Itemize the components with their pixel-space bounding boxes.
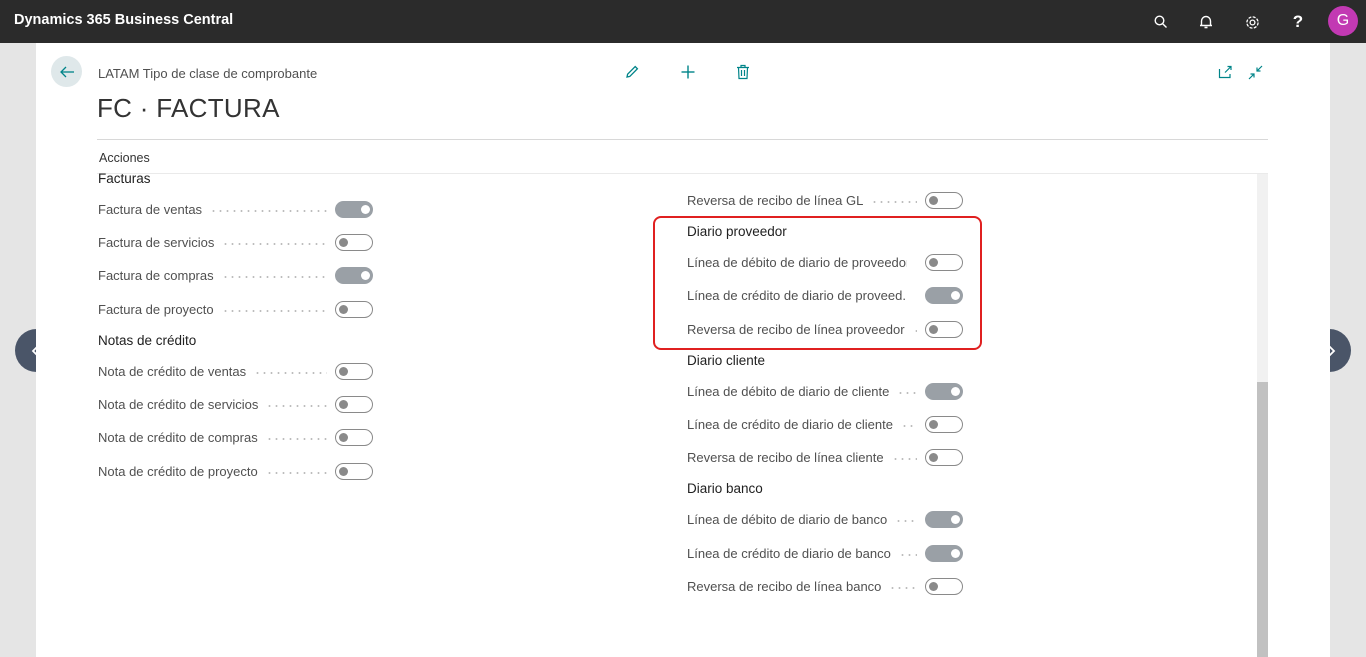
scrollbar-thumb[interactable] — [1257, 382, 1268, 657]
toggle-knob — [339, 433, 348, 442]
gear-icon[interactable] — [1241, 11, 1263, 33]
field-label: Línea de crédito de diario de banco — [687, 546, 891, 561]
app-title[interactable]: Dynamics 365 Business Central — [14, 12, 233, 28]
field-label: Nota de crédito de servicios — [98, 397, 259, 412]
avatar[interactable]: G — [1328, 6, 1358, 36]
section-title[interactable]: Facturas — [98, 171, 151, 186]
toggle-switch[interactable] — [335, 201, 373, 218]
toggle-knob — [951, 515, 960, 524]
dotted-leader — [210, 210, 327, 212]
dotted-leader — [897, 392, 917, 394]
toggle-switch[interactable] — [925, 449, 963, 466]
toggle-knob — [361, 271, 370, 280]
toggle-knob — [339, 400, 348, 409]
dotted-leader — [871, 201, 917, 203]
dotted-leader — [266, 405, 327, 407]
add-icon[interactable] — [678, 62, 698, 82]
section-title[interactable]: Notas de crédito — [98, 333, 196, 348]
toggle-switch[interactable] — [925, 383, 963, 400]
toggle-switch[interactable] — [335, 234, 373, 251]
dotted-leader — [222, 310, 327, 312]
toggle-knob — [951, 387, 960, 396]
toggle-knob — [951, 549, 960, 558]
toggle-switch[interactable] — [335, 301, 373, 318]
actions-divider — [97, 173, 1268, 174]
edit-icon[interactable] — [622, 62, 642, 82]
toggle-switch[interactable] — [925, 545, 963, 562]
toggle-switch[interactable] — [335, 463, 373, 480]
toggle-switch[interactable] — [335, 396, 373, 413]
dotted-leader — [222, 276, 327, 278]
dotted-leader — [892, 458, 917, 460]
field-label: Línea de débito de diario de cliente — [687, 384, 890, 399]
section-title[interactable]: Diario cliente — [687, 353, 765, 368]
field-label: Nota de crédito de compras — [98, 430, 258, 445]
arrow-left-icon — [59, 66, 74, 77]
page-title: FC · FACTURA — [97, 93, 280, 123]
top-bar: Dynamics 365 Business Central ? G — [0, 0, 1366, 43]
help-icon[interactable]: ? — [1287, 11, 1309, 33]
dotted-leader — [266, 472, 327, 474]
toggle-knob — [339, 367, 348, 376]
toggle-knob — [929, 196, 938, 205]
toggle-switch[interactable] — [925, 416, 963, 433]
toggle-knob — [339, 305, 348, 314]
field-label: Línea de crédito de diario de cliente — [687, 417, 893, 432]
header-divider — [97, 139, 1268, 140]
toggle-switch[interactable] — [925, 578, 963, 595]
toggle-knob — [929, 420, 938, 429]
toggle-knob — [339, 467, 348, 476]
toggle-knob — [339, 238, 348, 247]
dotted-leader — [899, 554, 917, 556]
dotted-leader — [895, 520, 917, 522]
back-button[interactable] — [51, 56, 82, 87]
bell-icon[interactable] — [1195, 11, 1217, 33]
field-label: Línea de débito de diario de banco — [687, 512, 888, 527]
dotted-leader — [222, 243, 327, 245]
field-label: Factura de ventas — [98, 202, 203, 217]
field-label: Nota de crédito de ventas — [98, 364, 247, 379]
field-label: Reversa de recibo de línea cliente — [687, 450, 884, 465]
toggle-knob — [361, 205, 370, 214]
delete-icon[interactable] — [733, 62, 753, 82]
dotted-leader — [266, 438, 327, 440]
toggle-knob — [929, 453, 938, 462]
highlight-box — [653, 216, 982, 350]
dotted-leader — [254, 372, 327, 374]
open-in-new-window-icon[interactable] — [1215, 62, 1235, 82]
field-label: Reversa de recibo de línea banco — [687, 579, 882, 594]
search-icon[interactable] — [1150, 11, 1172, 33]
dotted-leader — [901, 425, 917, 427]
toggle-knob — [929, 582, 938, 591]
breadcrumb: LATAM Tipo de clase de comprobante — [98, 66, 318, 81]
actions-menu[interactable]: Acciones — [99, 151, 150, 165]
field-label: Factura de servicios — [98, 235, 215, 250]
toggle-switch[interactable] — [335, 363, 373, 380]
field-label: Factura de compras — [98, 268, 214, 283]
collapse-icon[interactable] — [1245, 62, 1265, 82]
toggle-switch[interactable] — [335, 267, 373, 284]
field-label: Nota de crédito de proyecto — [98, 464, 258, 479]
toggle-switch[interactable] — [925, 511, 963, 528]
dotted-leader — [889, 587, 917, 589]
page-panel — [36, 43, 1330, 657]
section-title[interactable]: Diario banco — [687, 481, 763, 496]
toggle-switch[interactable] — [925, 192, 963, 209]
toggle-switch[interactable] — [335, 429, 373, 446]
field-label: Reversa de recibo de línea GL — [687, 193, 864, 208]
field-label: Factura de proyecto — [98, 302, 214, 317]
scrollbar[interactable] — [1257, 174, 1268, 657]
